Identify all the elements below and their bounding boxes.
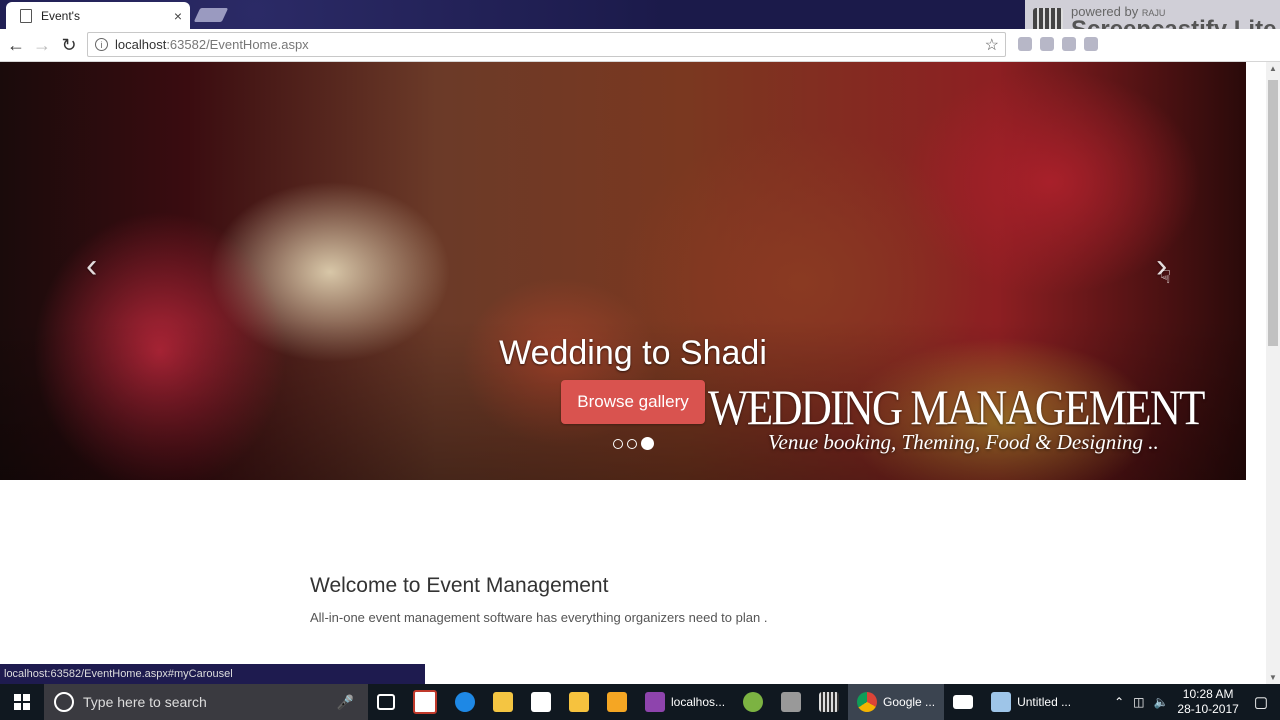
carousel-indicator-1[interactable] — [613, 438, 623, 449]
taskbar-app-film[interactable] — [810, 684, 848, 720]
taskbar-search[interactable]: Type here to search 🎤 — [44, 684, 368, 720]
chevron-up-icon[interactable]: ⌃ — [1114, 695, 1124, 709]
vs-app-icon — [413, 690, 437, 714]
paint-icon — [607, 692, 627, 712]
taskbar-app-untitled[interactable]: Untitled ... — [982, 684, 1080, 720]
task-view-button[interactable] — [368, 684, 404, 720]
carousel-indicator-3[interactable] — [641, 437, 654, 450]
slide-overlay-title: WEDDING MANAGEMENT — [708, 379, 1205, 435]
welcome-text: All-in-one event management software has… — [310, 610, 768, 625]
extension-icon[interactable] — [1084, 37, 1098, 51]
taskbar-label-untitled: Untitled ... — [1017, 695, 1072, 709]
microphone-icon[interactable]: 🎤 — [337, 694, 354, 711]
android-icon — [743, 692, 764, 712]
scroll-down-icon[interactable]: ▼ — [1269, 673, 1277, 682]
scroll-up-icon[interactable]: ▲ — [1269, 64, 1277, 73]
new-tab-button[interactable] — [193, 8, 229, 22]
taskbar-app-tools[interactable] — [772, 684, 810, 720]
taskbar-app-vs[interactable] — [404, 684, 446, 720]
carousel-indicators — [613, 437, 654, 450]
taskbar-app-sticky[interactable] — [560, 684, 598, 720]
taskbar-app-edge[interactable] — [446, 684, 484, 720]
edge-icon — [455, 692, 475, 712]
page-viewport: ‹ › Wedding to Shadi WEDDING MANAGEMENT … — [0, 62, 1266, 684]
address-bar[interactable]: i localhost:63582/EventHome.aspx ☆ — [87, 32, 1006, 57]
chrome-icon — [857, 692, 878, 712]
windows-logo-icon — [14, 694, 30, 710]
browser-toolbar: ← → ↻ i localhost:63582/EventHome.aspx ☆ — [0, 29, 1280, 62]
url-path: :63582/EventHome.aspx — [166, 37, 309, 52]
bookmark-star-icon[interactable]: ☆ — [985, 35, 999, 55]
taskbar-app-mail[interactable] — [944, 684, 982, 720]
mail-icon — [953, 695, 974, 709]
taskbar-clock[interactable]: 10:28 AM 28-10-2017 — [1177, 687, 1238, 717]
scrollbar-thumb[interactable] — [1268, 80, 1278, 346]
taskbar-app-explorer[interactable] — [484, 684, 522, 720]
browse-gallery-button[interactable]: Browse gallery — [561, 380, 705, 424]
store-icon — [531, 692, 551, 712]
hand-cursor-icon: ☟ — [1160, 267, 1171, 287]
page-scrollbar[interactable]: ▲ ▼ — [1266, 62, 1280, 684]
film-icon — [819, 692, 840, 712]
windows-taskbar: Type here to search 🎤 localhos... Google… — [0, 684, 1280, 720]
reload-icon[interactable]: ↻ — [57, 33, 81, 57]
clock-time: 10:28 AM — [1182, 687, 1234, 701]
cortana-icon — [54, 692, 74, 712]
tab-close-icon[interactable]: × — [174, 8, 182, 24]
extension-icon[interactable] — [1040, 37, 1054, 51]
back-arrow-icon[interactable]: ← — [4, 33, 28, 57]
info-icon[interactable]: i — [95, 38, 108, 51]
taskbar-app-chrome[interactable]: Google ... — [848, 684, 945, 720]
taskbar-app-android[interactable] — [734, 684, 772, 720]
carousel-prev-icon[interactable]: ‹ — [86, 247, 97, 286]
task-view-icon — [377, 694, 395, 710]
welcome-heading: Welcome to Event Management — [310, 574, 609, 597]
address-url[interactable]: localhost:63582/EventHome.aspx — [115, 37, 985, 52]
taskbar-app-paint[interactable] — [598, 684, 636, 720]
taskbar-label-google: Google ... — [883, 695, 936, 709]
taskbar-label-localhost: localhos... — [671, 695, 726, 709]
volume-icon[interactable]: 🔈 — [1153, 695, 1168, 709]
system-tray: ⌃ ◫ 🔈 10:28 AM 28-10-2017 ▢ — [1114, 684, 1280, 720]
extension-icons — [1018, 37, 1098, 51]
tools-icon — [781, 692, 802, 712]
extension-icon[interactable] — [1062, 37, 1076, 51]
hero-carousel: ‹ › Wedding to Shadi WEDDING MANAGEMENT … — [0, 62, 1246, 480]
notes-icon — [569, 692, 589, 712]
extension-icon[interactable] — [1018, 37, 1032, 51]
notification-icon[interactable]: ▢ — [1254, 693, 1268, 711]
slide-overlay-subtitle: Venue booking, Theming, Food & Designing… — [768, 430, 1159, 454]
folder-icon — [493, 692, 513, 712]
visual-studio-icon — [645, 692, 665, 712]
browser-status-url: localhost:63582/EventHome.aspx#myCarouse… — [0, 664, 425, 684]
start-button[interactable] — [0, 684, 44, 720]
carousel-caption-title: Wedding to Shadi — [499, 334, 767, 372]
taskbar-app-store[interactable] — [522, 684, 560, 720]
clock-date: 28-10-2017 — [1177, 702, 1239, 716]
forward-arrow-icon[interactable]: → — [30, 33, 54, 57]
taskbar-app-visual-studio[interactable]: localhos... — [636, 684, 734, 720]
page-icon — [20, 8, 32, 23]
network-icon[interactable]: ◫ — [1133, 695, 1144, 709]
notepad-icon — [991, 692, 1012, 712]
browser-tab[interactable]: Event's × — [6, 2, 190, 29]
taskbar-search-placeholder: Type here to search — [83, 694, 207, 710]
carousel-indicator-2[interactable] — [627, 438, 637, 449]
url-host: localhost — [115, 37, 167, 52]
tab-title: Event's — [41, 8, 80, 23]
